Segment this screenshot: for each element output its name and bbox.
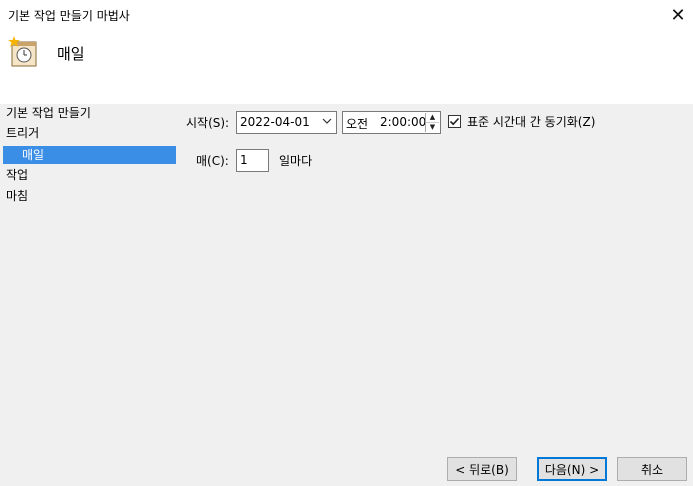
close-icon: ✕ [670,4,686,26]
recur-days-value: 1 [240,153,248,167]
recur-days-input[interactable]: 1 [236,149,269,172]
spin-up-icon[interactable]: ▲ [426,113,439,123]
calendar-clock-icon [8,36,37,67]
close-button[interactable]: ✕ [663,0,693,30]
recur-label: 매(C): [196,154,229,168]
back-button[interactable]: < 뒤로(B) [447,457,517,481]
start-date-picker[interactable]: 2022-04-01 [236,111,337,134]
start-time-picker[interactable]: 오전 2:00:00 ▲ ▼ [342,111,441,134]
page-title: 매일 [57,45,85,63]
spin-down-icon[interactable]: ▼ [426,123,439,133]
start-time-value: 2:00:00 [380,115,427,129]
step-trigger: 트리거 [6,126,40,140]
wizard-header: 매일 [0,30,693,104]
cancel-button[interactable]: 취소 [617,457,687,481]
chevron-down-icon [322,118,332,124]
title-bar: 기본 작업 만들기 마법사 ✕ [0,0,693,30]
start-date-value: 2022-04-01 [240,115,310,129]
start-label: 시작(S): [186,116,230,130]
next-button[interactable]: 다음(N) > [537,457,607,481]
window-title: 기본 작업 만들기 마법사 [8,9,130,23]
ampm-value: 오전 [346,117,369,131]
step-finish: 마침 [6,189,29,203]
step-action: 작업 [6,168,29,182]
time-spinner[interactable]: ▲ ▼ [425,113,439,132]
step-create-basic-task: 기본 작업 만들기 [6,106,91,120]
checkmark-icon [449,117,460,126]
recur-unit-label: 일마다 [279,154,313,168]
sync-timezones-checkbox[interactable] [448,115,461,128]
step-daily: 매일 [3,146,176,164]
sync-timezones-label[interactable]: 표준 시간대 간 동기화(Z) [467,113,595,131]
content-panel: 기본 작업 만들기 트리거 매일 작업 마침 시작(S): 2022-04-01… [0,104,693,486]
